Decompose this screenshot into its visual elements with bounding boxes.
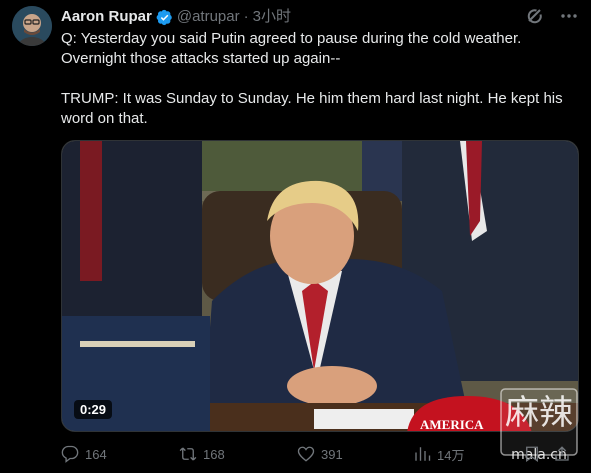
more-icon[interactable] bbox=[559, 6, 579, 26]
views-button[interactable]: 14万 bbox=[413, 445, 464, 464]
views-chart-icon bbox=[415, 447, 431, 461]
tweet-text-line: Q: Yesterday you said Putin agreed to pa… bbox=[61, 30, 522, 47]
tweet-text-line: word on that. bbox=[61, 110, 148, 127]
tweet-header: Aaron Rupar @atrupar · 3小时 bbox=[61, 8, 291, 26]
repost-count: 168 bbox=[203, 446, 225, 462]
action-bar: 164 168 391 14万 bbox=[61, 442, 576, 466]
watermark-text: 麻辣 bbox=[505, 393, 573, 433]
tweet-text-line: Overnight those attacks started up again… bbox=[61, 50, 341, 67]
reply-count: 164 bbox=[85, 446, 107, 462]
grok-icon[interactable] bbox=[525, 6, 545, 26]
share-button[interactable] bbox=[553, 445, 571, 463]
separator: · bbox=[243, 8, 249, 25]
post-time[interactable]: 3小时 bbox=[253, 8, 291, 26]
tweet-text: Q: Yesterday you said Putin agreed to pa… bbox=[61, 29, 576, 129]
reply-icon bbox=[61, 445, 79, 463]
view-count: 14万 bbox=[437, 447, 465, 463]
tweet[interactable]: Aaron Rupar @atrupar · 3小时 Q: Yesterday … bbox=[0, 0, 591, 473]
author-name[interactable]: Aaron Rupar bbox=[61, 8, 152, 26]
like-count: 391 bbox=[321, 446, 343, 462]
bookmark-icon bbox=[526, 446, 538, 463]
like-button[interactable]: 391 bbox=[297, 445, 343, 463]
heart-icon bbox=[297, 446, 315, 462]
top-right-actions bbox=[525, 6, 579, 26]
avatar[interactable] bbox=[12, 6, 52, 46]
verified-badge-icon[interactable] bbox=[156, 9, 173, 26]
tweet-text-line: TRUMP: It was Sunday to Sunday. He him t… bbox=[61, 90, 563, 107]
repost-icon bbox=[179, 447, 197, 461]
video-duration: 0:29 bbox=[74, 400, 113, 419]
share-icon bbox=[555, 446, 569, 461]
author-handle[interactable]: @atrupar bbox=[177, 8, 240, 26]
repost-button[interactable]: 168 bbox=[179, 445, 225, 463]
bookmark-button[interactable] bbox=[523, 445, 541, 463]
reply-button[interactable]: 164 bbox=[61, 445, 107, 463]
hat-text: AMERICA bbox=[420, 417, 484, 432]
